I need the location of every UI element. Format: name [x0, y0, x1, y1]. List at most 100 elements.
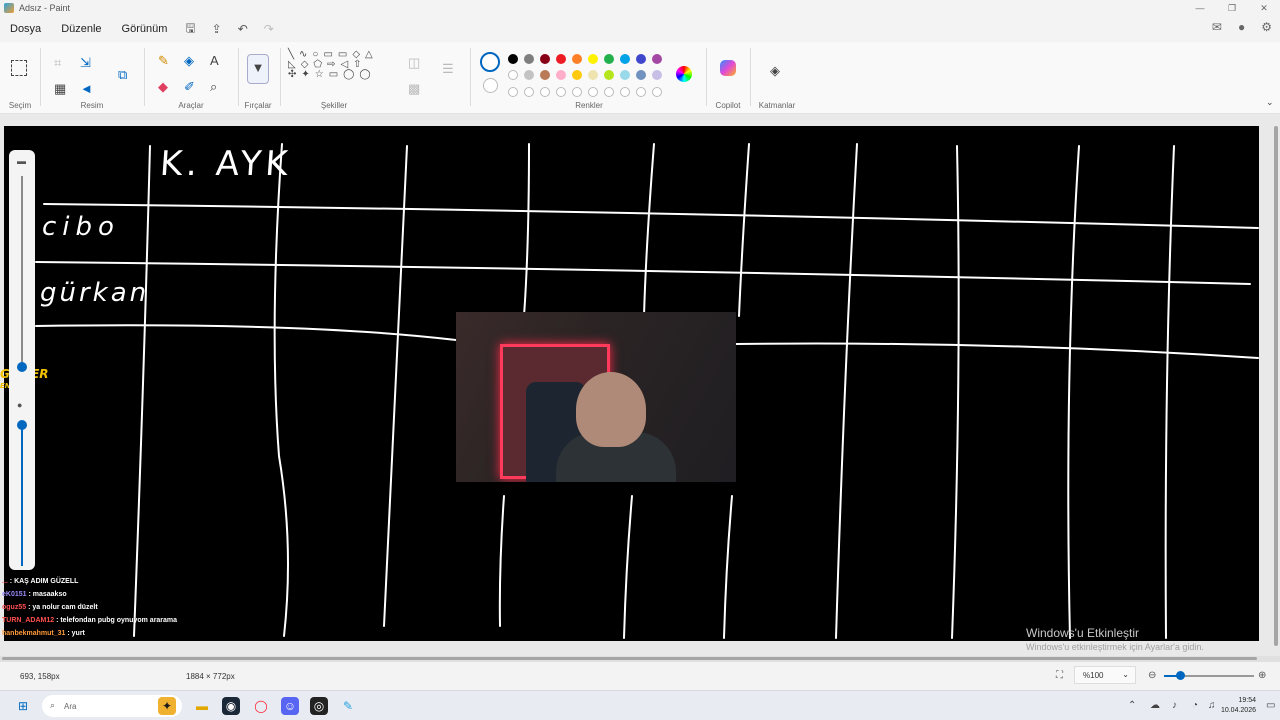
color-swatch[interactable] [636, 54, 646, 64]
brush-size-slider[interactable]: ▬ ● [9, 150, 35, 570]
color-swatch[interactable] [508, 70, 518, 80]
custom-color-slot[interactable] [604, 87, 614, 97]
zoom-slider[interactable] [1164, 671, 1254, 680]
vertical-scrollbar[interactable] [1274, 126, 1278, 646]
menu-view[interactable]: Görünüm [112, 23, 178, 35]
minimize-button[interactable]: — [1184, 0, 1216, 16]
menu-file[interactable]: Dosya [0, 23, 51, 35]
color-swatch[interactable] [604, 70, 614, 80]
zoom-slider-knob[interactable] [1176, 671, 1185, 680]
account-icon[interactable]: ● [1238, 20, 1245, 34]
text-tool-icon[interactable]: A [210, 54, 219, 67]
custom-color-slot[interactable] [572, 87, 582, 97]
color-swatch[interactable] [636, 70, 646, 80]
color-swatch[interactable] [572, 70, 582, 80]
network-icon[interactable]: ☁ [1150, 700, 1160, 711]
custom-color-slot[interactable] [636, 87, 646, 97]
file-explorer-icon[interactable]: ▬ [193, 697, 211, 715]
slider-knob-bottom[interactable] [17, 420, 27, 430]
wifi-icon[interactable]: ◔ [1192, 700, 1198, 711]
shape-size-icon[interactable]: ☰ [442, 62, 454, 75]
custom-color-slot[interactable] [524, 87, 534, 97]
shapes-gallery[interactable]: ╲∿○▭▭◇△ ◺◇⬠⇨◁⇧ ✣✦☆▭◯◯ [288, 50, 398, 80]
shape-outline-icon[interactable]: ◫ [408, 56, 420, 69]
select-all-icon[interactable]: ▦ [54, 82, 66, 95]
share-icon[interactable]: ⇪ [204, 22, 230, 36]
color-swatch[interactable] [652, 54, 662, 64]
redo-icon[interactable]: ↷ [256, 22, 282, 36]
color-swatch[interactable] [508, 54, 518, 64]
color-swatch[interactable] [620, 70, 630, 80]
color-swatch[interactable] [572, 54, 582, 64]
feedback-icon[interactable]: ✉ [1212, 20, 1222, 34]
edit-colors-icon[interactable] [676, 66, 692, 82]
zoom-dropdown[interactable]: %100 ⌄ [1074, 666, 1136, 684]
custom-color-slot[interactable] [540, 87, 550, 97]
color-swatch[interactable] [524, 54, 534, 64]
tray-chevron-icon[interactable]: ⌃ [1128, 700, 1136, 711]
color-swatch[interactable] [652, 70, 662, 80]
color-swatch[interactable] [556, 70, 566, 80]
microphone-icon[interactable]: ♪ [1172, 700, 1177, 711]
taskbar: ⊞ ⌕ Ara ✦ ▬ ◉ ◯ ☺ ◎ ✎ ⌃ ☁ ♪ ◔ ♫ 19:54 10… [0, 690, 1280, 720]
custom-color-slot[interactable] [652, 87, 662, 97]
restore-button[interactable]: ❐ [1216, 0, 1248, 16]
custom-color-slot[interactable] [508, 87, 518, 97]
discord-icon[interactable]: ☺ [281, 697, 299, 715]
color-swatch[interactable] [588, 70, 598, 80]
rotate-icon[interactable]: ◄ [80, 82, 93, 95]
layers-group: ◈ Katmanlar [752, 46, 802, 112]
pencil-icon[interactable]: ✎ [158, 54, 169, 67]
color-swatch[interactable] [620, 54, 630, 64]
app-game-icon[interactable]: ✦ [158, 697, 176, 715]
shape-fill-icon[interactable]: ▩ [408, 82, 420, 95]
rectangle-select-icon[interactable] [11, 60, 27, 76]
color-swatch[interactable] [540, 70, 550, 80]
slider-knob-top[interactable] [17, 362, 27, 372]
eraser-icon[interactable]: ◆ [158, 80, 168, 93]
horizontal-scroll-thumb[interactable] [2, 657, 1257, 660]
custom-color-slot[interactable] [556, 87, 566, 97]
custom-color-slot[interactable] [588, 87, 598, 97]
custom-color-slot[interactable] [620, 87, 630, 97]
color-swatch[interactable] [588, 54, 598, 64]
settings-gear-icon[interactable]: ⚙ [1261, 20, 1272, 34]
zoom-in-icon[interactable]: ⊕ [1258, 670, 1266, 681]
slider-track-top [21, 176, 23, 366]
volume-icon[interactable]: ♫ [1208, 700, 1216, 711]
color-swatch[interactable] [604, 54, 614, 64]
magnifier-icon[interactable]: ⌕ [210, 80, 217, 93]
brushes-group-label: Fırçalar [244, 101, 272, 110]
brush-icon[interactable]: ▼ [247, 54, 269, 84]
menu-edit[interactable]: Düzenle [51, 23, 111, 35]
fill-bucket-icon[interactable]: ◈ [184, 54, 194, 67]
obs-icon[interactable]: ◎ [310, 697, 328, 715]
paint-taskbar-icon[interactable]: ✎ [339, 697, 357, 715]
close-button[interactable]: ✕ [1248, 0, 1280, 16]
color-swatch[interactable] [540, 54, 550, 64]
color-swatch[interactable] [524, 70, 534, 80]
secondary-color-swatch[interactable] [483, 78, 498, 93]
resize-icon[interactable]: ⇲ [80, 56, 91, 69]
copilot-icon[interactable] [720, 60, 736, 76]
steam-icon[interactable]: ◉ [222, 697, 240, 715]
opera-icon[interactable]: ◯ [252, 697, 270, 715]
layers-icon[interactable]: ◈ [770, 64, 780, 77]
image-text-icon[interactable]: ⧉ [118, 68, 127, 81]
fit-to-window-icon[interactable]: ⛶ [1056, 670, 1063, 681]
save-icon[interactable]: 🖫 [177, 19, 203, 40]
notification-icon[interactable]: ▭ [1266, 700, 1275, 711]
crop-icon[interactable]: ⌗ [54, 56, 61, 69]
window-title: Adsız - Paint [19, 3, 71, 13]
color-picker-icon[interactable]: ✐ [184, 80, 195, 93]
start-icon[interactable]: ⊞ [14, 697, 32, 715]
menu-bar: Dosya Düzenle Görünüm 🖫 ⇪ ↶ ↷ ✉ ● ⚙ [0, 16, 1280, 42]
chat-line: TURN_ADAM12 : telefondan pubg oynuyom ar… [2, 617, 178, 624]
primary-color-swatch[interactable] [480, 52, 500, 72]
zoom-out-icon[interactable]: ⊖ [1148, 670, 1156, 681]
undo-icon[interactable]: ↶ [230, 22, 256, 36]
system-clock[interactable]: 19:54 10.04.2026 [1221, 696, 1256, 716]
ribbon-collapse-icon[interactable]: ⌄ [1266, 98, 1274, 107]
title-bar: Adsız - Paint — ❐ ✕ [0, 0, 1280, 16]
color-swatch[interactable] [556, 54, 566, 64]
